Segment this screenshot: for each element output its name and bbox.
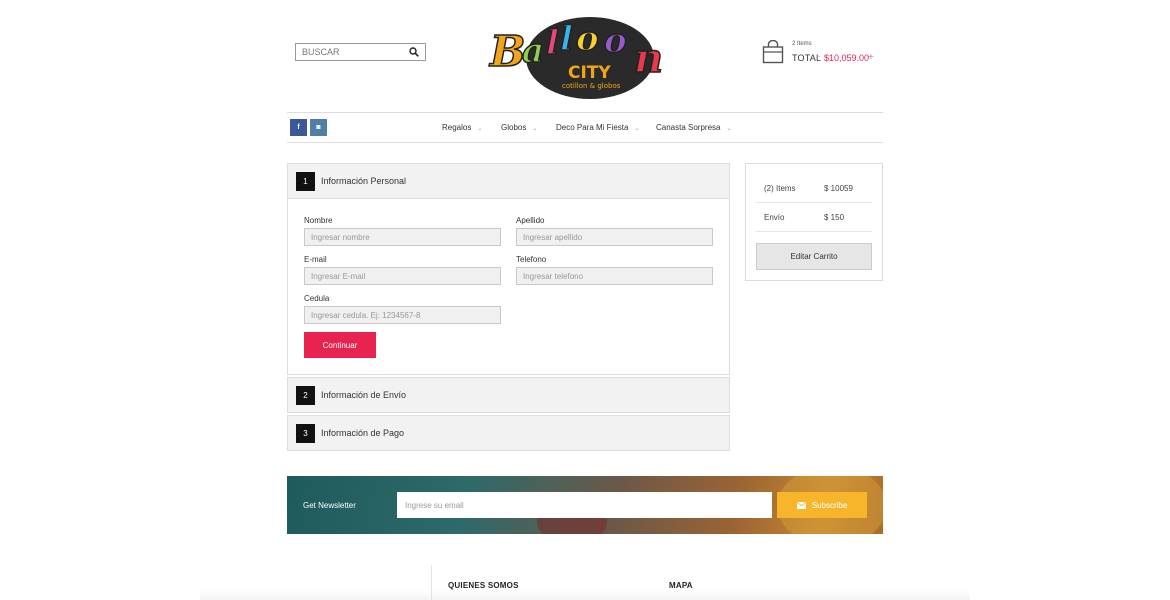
chevron-down-icon: ⌄ (634, 126, 640, 132)
nav-item-label: Regalos (442, 123, 472, 132)
edit-cart-button[interactable]: Editar Carrito (756, 243, 872, 270)
svg-text:CITY: CITY (568, 63, 611, 83)
nav-item-label: Globos (501, 123, 527, 132)
step-title: Información Personal (321, 176, 407, 186)
cedula-label: Cedula (304, 294, 330, 303)
chevron-down-icon: ⌄ (726, 126, 732, 132)
svg-text:n: n (634, 35, 663, 82)
continue-button[interactable]: Continuar (304, 332, 376, 358)
step-number: 1 (296, 172, 315, 191)
step-number: 3 (296, 424, 315, 443)
email-field[interactable] (304, 267, 501, 285)
step-number: 2 (296, 386, 315, 405)
cart-total-label: TOTAL (792, 53, 822, 63)
nav-item-label: Canasta Sorpresa (656, 123, 721, 132)
order-summary: (2) Items $ 10059 Envío $ 150 Editar Car… (745, 163, 883, 281)
cart-separator: : (818, 53, 821, 63)
main-nav: f ◙ Regalos ⌄ Globos ⌄ Deco Para Mi Fiesta… (287, 112, 883, 143)
footer-title-mapa: MAPA (669, 581, 693, 590)
svg-text:l: l (560, 19, 573, 59)
facebook-icon[interactable]: f (290, 119, 307, 136)
footer-background (200, 590, 970, 600)
step-title: Información de Pago (321, 428, 405, 438)
search-box[interactable] (295, 43, 426, 61)
personal-info-form: Nombre Apellido E-mail Telefono Cedula C… (287, 199, 730, 375)
cart-item-count: 2 Items (792, 41, 812, 47)
step-payment-info[interactable]: 3 Información de Pago (287, 415, 730, 451)
summary-label: Envío (764, 213, 785, 222)
subscribe-button[interactable]: Subscribe (777, 492, 867, 518)
newsletter-banner: Get Newsletter Subscribe (287, 476, 883, 534)
summary-value: $ 150 (824, 213, 845, 222)
balloon-city-logo: B a l l o o n CITY cotillon & globos (488, 17, 664, 99)
nav-item-regalos[interactable]: Regalos ⌄ (442, 123, 482, 132)
svg-text:a: a (522, 31, 544, 71)
svg-text:o: o (576, 19, 599, 59)
email-label: E-mail (304, 255, 327, 264)
svg-text:cotillon & globos: cotillon & globos (562, 82, 621, 90)
footer-divider (431, 565, 432, 600)
subscribe-label: Subscribe (811, 500, 848, 510)
step-title: Información de Envío (321, 390, 407, 400)
svg-text:B: B (489, 27, 526, 76)
telefono-label: Telefono (516, 255, 547, 264)
cart-total-value: $10,059.00 (824, 53, 870, 63)
step-personal-info[interactable]: 1 Información Personal (287, 163, 730, 199)
nav-item-globos[interactable]: Globos ⌄ (501, 123, 537, 132)
apellido-label: Apellido (516, 216, 545, 225)
nav-item-canasta-sorpresa[interactable]: Canasta Sorpresa ⌄ (656, 123, 732, 132)
footer-title-quienes-somos: QUIENES SOMOS (448, 581, 519, 590)
nombre-label: Nombre (304, 216, 333, 225)
apellido-field[interactable] (516, 228, 713, 246)
nav-item-label: Deco Para Mi Fiesta (556, 123, 629, 132)
search-icon[interactable] (409, 47, 419, 57)
nombre-field[interactable] (304, 228, 501, 246)
svg-text:o: o (604, 21, 627, 61)
envelope-icon (796, 501, 806, 509)
telefono-field[interactable] (516, 267, 713, 285)
search-input[interactable] (296, 47, 406, 57)
nav-item-deco-para-mi-fiesta[interactable]: Deco Para Mi Fiesta ⌄ (556, 123, 640, 132)
step-shipping-info[interactable]: 2 Información de Envío (287, 377, 730, 413)
logo[interactable]: B a l l o o n CITY cotillon & globos (488, 16, 684, 100)
newsletter-label: Get Newsletter (303, 501, 356, 510)
cedula-field[interactable] (304, 306, 501, 324)
newsletter-email-input[interactable] (397, 492, 772, 518)
shopping-bag-icon[interactable] (762, 40, 784, 64)
svg-text:l: l (546, 23, 559, 63)
chevron-down-icon: ⌄ (477, 126, 483, 132)
summary-value: $ 10059 (824, 184, 853, 193)
checkout-steps: 1 Información Personal Nombre Apellido E… (287, 163, 730, 451)
summary-label: (2) Items (764, 184, 796, 193)
summary-row-items: (2) Items $ 10059 (756, 174, 872, 203)
cart-expand-icon[interactable]: + (868, 52, 874, 63)
cart-summary[interactable]: 2 Items TOTAL : $10,059.00 + (762, 40, 882, 66)
summary-row-shipping: Envío $ 150 (756, 203, 872, 232)
instagram-icon[interactable]: ◙ (310, 119, 327, 136)
chevron-down-icon: ⌄ (532, 126, 538, 132)
